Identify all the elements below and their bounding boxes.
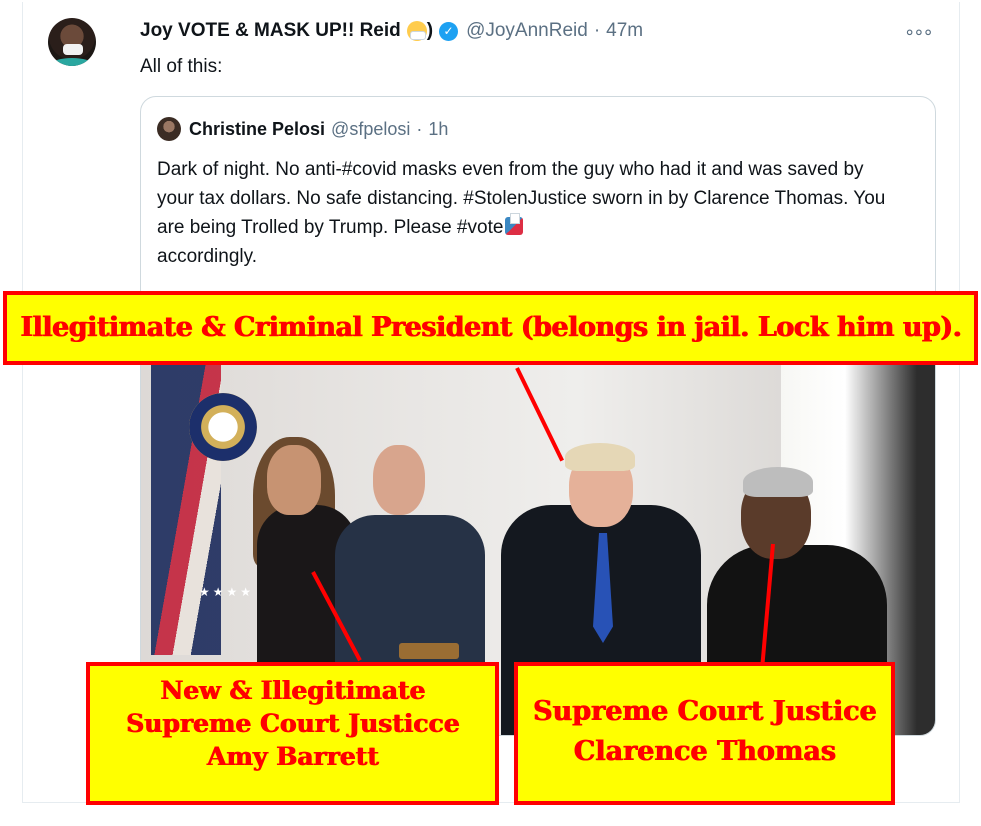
person-trump-hair <box>565 443 635 471</box>
annotation-barrett-line3: Amy Barrett <box>206 742 379 771</box>
quoted-tweet-header: Christine Pelosi @sfpelosi · 1h <box>157 117 448 141</box>
header-separator: · <box>593 20 601 41</box>
quoted-author-name: Christine Pelosi <box>189 118 326 139</box>
annotation-thomas: Supreme Court Justice Clarence Thomas <box>514 662 895 805</box>
quoted-timestamp: 1h <box>428 118 449 139</box>
author-handle[interactable]: @JoyAnnReid <box>466 20 588 42</box>
presidential-seal-graphic <box>189 393 257 461</box>
annotation-barrett: New & Illegitimate Supreme Court Justicc… <box>86 662 499 805</box>
author-name-suffix: ) <box>426 20 434 41</box>
tweet-header: Joy VOTE & MASK UP!! Reid ) ✓ @JoyAnnRei… <box>140 18 643 44</box>
more-options-icon[interactable]: ∘∘∘ <box>904 22 934 43</box>
annotation-thomas-line2: Clarence Thomas <box>573 736 836 767</box>
annotation-barrett-line1: New & Illegitimate <box>160 676 425 705</box>
tweet-text: All of this: <box>140 56 223 77</box>
quoted-tweet-text: Dark of night. No anti-#covid masks even… <box>157 155 902 271</box>
annotation-barrett-line2: Supreme Court Justicce <box>125 709 460 738</box>
verified-badge-icon: ✓ <box>439 21 459 41</box>
quoted-author-handle: @sfpelosi <box>331 118 411 139</box>
person-clarence-hair <box>743 467 813 497</box>
author-avatar[interactable] <box>48 18 96 66</box>
bible-graphic <box>399 643 459 659</box>
quoted-tweet-text-end: accordingly. <box>157 246 257 267</box>
quoted-author-avatar <box>157 117 181 141</box>
person-jesse-head <box>373 445 425 515</box>
tweet-timestamp[interactable]: 47m <box>606 20 643 42</box>
avatar-shirt <box>52 58 92 66</box>
annotation-president: Illegitimate & Criminal President (belon… <box>3 291 978 365</box>
avatar-mask <box>63 44 83 55</box>
mask-face-emoji-icon <box>406 21 427 41</box>
person-amy-head <box>267 445 321 515</box>
annotation-thomas-line1: Supreme Court Justice <box>532 696 877 727</box>
flag-stars-graphic: ★★★★ <box>199 585 255 599</box>
quoted-separator: · <box>416 118 423 139</box>
author-display-name[interactable]: Joy VOTE & MASK UP!! Reid <box>140 20 401 42</box>
ballot-box-emoji-icon <box>505 213 524 235</box>
